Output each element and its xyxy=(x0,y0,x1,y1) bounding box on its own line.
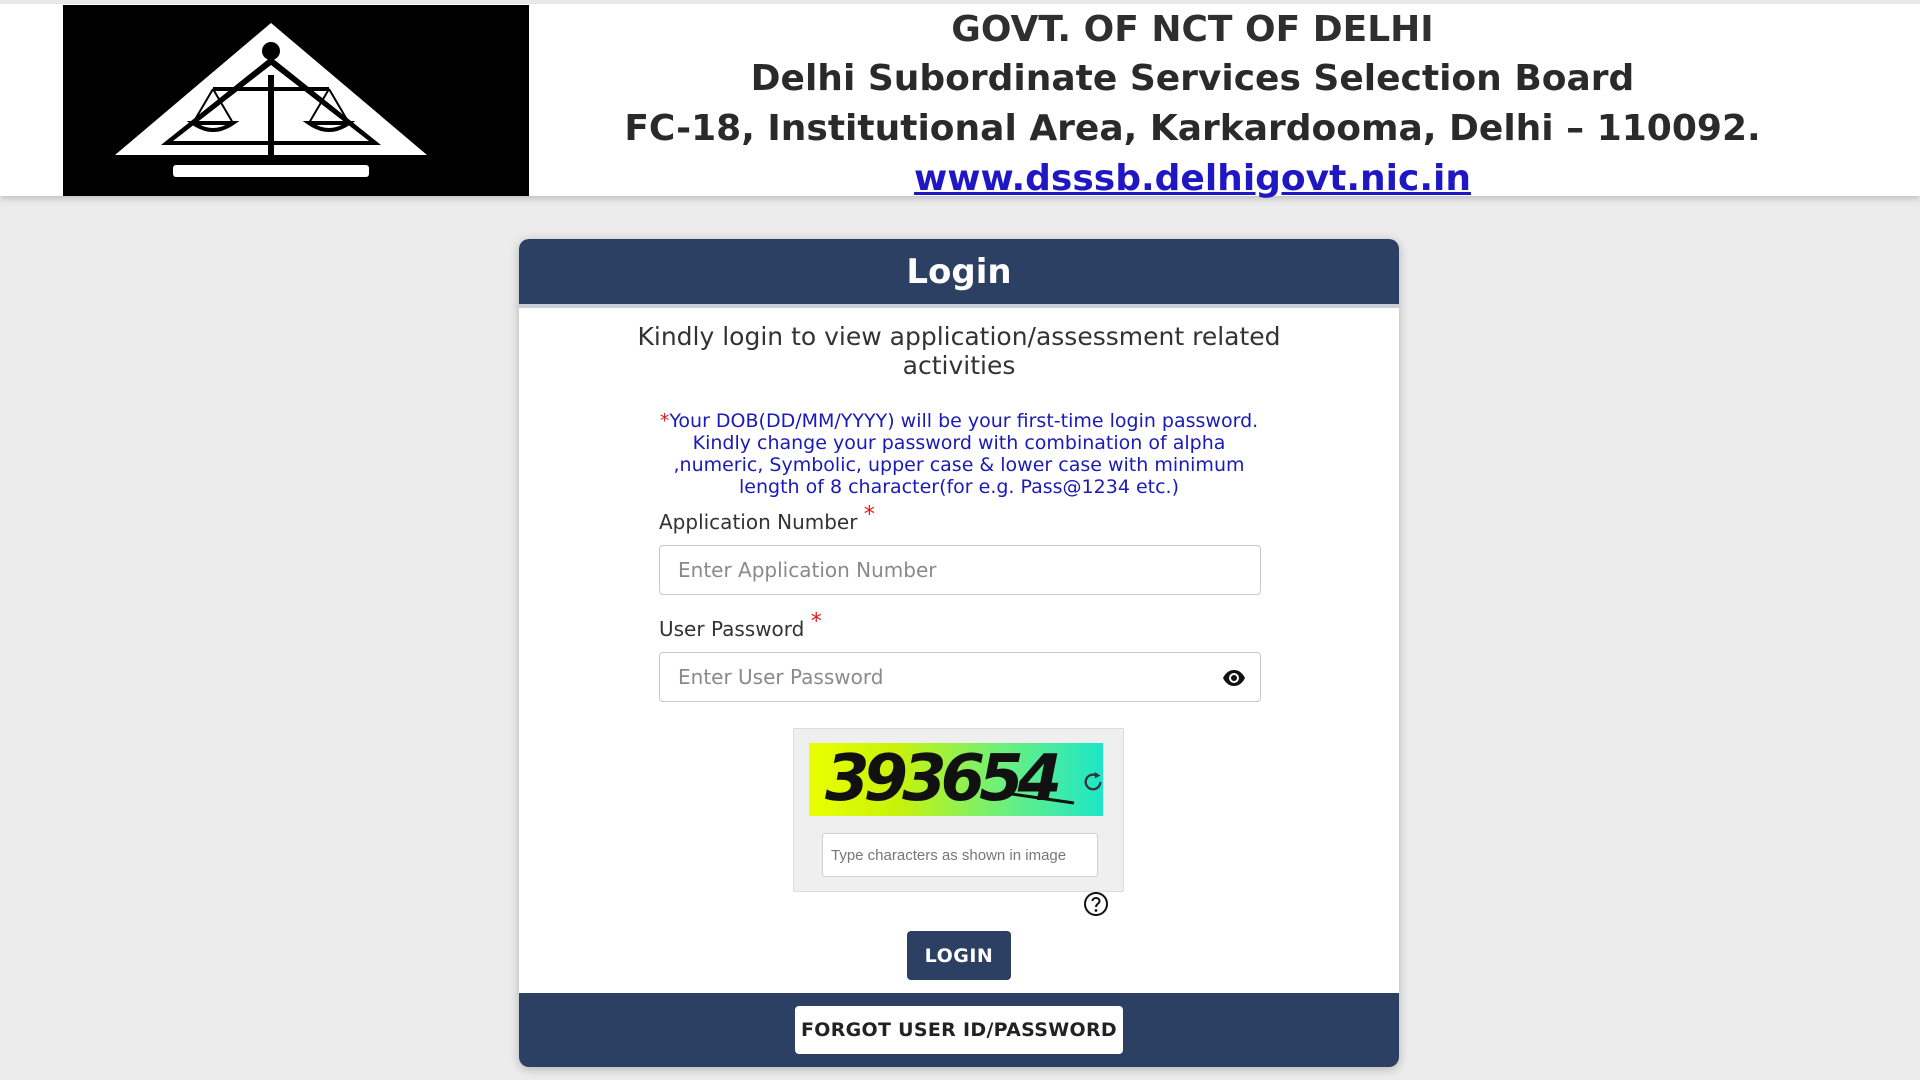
required-asterisk: * xyxy=(810,609,822,635)
application-number-input-wrapper xyxy=(659,545,1261,595)
user-password-field: User Password * xyxy=(659,611,1261,702)
user-password-label: User Password * xyxy=(659,611,1261,641)
captcha-image: 393654 xyxy=(809,743,1103,816)
forgot-password-button[interactable]: FORGOT USER ID/PASSWORD xyxy=(795,1006,1123,1054)
login-intro: Kindly login to view application/assessm… xyxy=(637,322,1281,380)
board-name: Delhi Subordinate Services Selection Boa… xyxy=(750,58,1635,99)
password-note: *Your DOB(DD/MM/YYYY) will be your first… xyxy=(659,410,1259,498)
application-number-label: Application Number * xyxy=(659,504,1261,534)
login-card-header: Login xyxy=(519,239,1399,308)
user-password-label-text: User Password xyxy=(659,617,805,641)
application-number-label-text: Application Number xyxy=(659,510,858,534)
govt-title: GOVT. OF NCT OF DELHI xyxy=(951,9,1434,50)
application-number-field: Application Number * xyxy=(659,504,1261,595)
note-text: Your DOB(DD/MM/YYYY) will be your first-… xyxy=(669,410,1259,498)
user-password-input[interactable] xyxy=(660,653,1260,701)
question-circle-icon[interactable] xyxy=(1083,891,1109,917)
website-line: www.dsssb.delhigovt.nic.in xyxy=(600,154,1785,204)
user-password-input-wrapper xyxy=(659,652,1261,702)
captcha-input[interactable] xyxy=(823,834,1097,876)
login-card-footer: FORGOT USER ID/PASSWORD xyxy=(519,993,1399,1067)
site-header: GOVT. OF NCT OF DELHI Delhi Subordinate … xyxy=(0,0,1920,199)
login-title: Login xyxy=(906,251,1012,292)
required-asterisk: * xyxy=(863,502,875,528)
board-address: FC-18, Institutional Area, Karkardooma, … xyxy=(624,108,1761,149)
website-link[interactable]: www.dsssb.delhigovt.nic.in xyxy=(914,158,1471,199)
dsssb-logo xyxy=(63,5,529,196)
scales-of-justice-icon xyxy=(63,5,529,196)
captcha-noise-line xyxy=(1004,791,1075,805)
captcha-panel: 393654 xyxy=(793,728,1124,892)
refresh-icon[interactable] xyxy=(1082,771,1104,793)
note-asterisk: * xyxy=(659,410,670,432)
captcha-input-wrapper xyxy=(822,833,1098,877)
login-card: Login Kindly login to view application/a… xyxy=(519,239,1399,1067)
header-text: GOVT. OF NCT OF DELHI Delhi Subordinate … xyxy=(600,4,1785,204)
application-number-input[interactable] xyxy=(660,546,1260,594)
eye-icon[interactable] xyxy=(1222,666,1246,690)
login-button[interactable]: LOGIN xyxy=(907,931,1011,980)
